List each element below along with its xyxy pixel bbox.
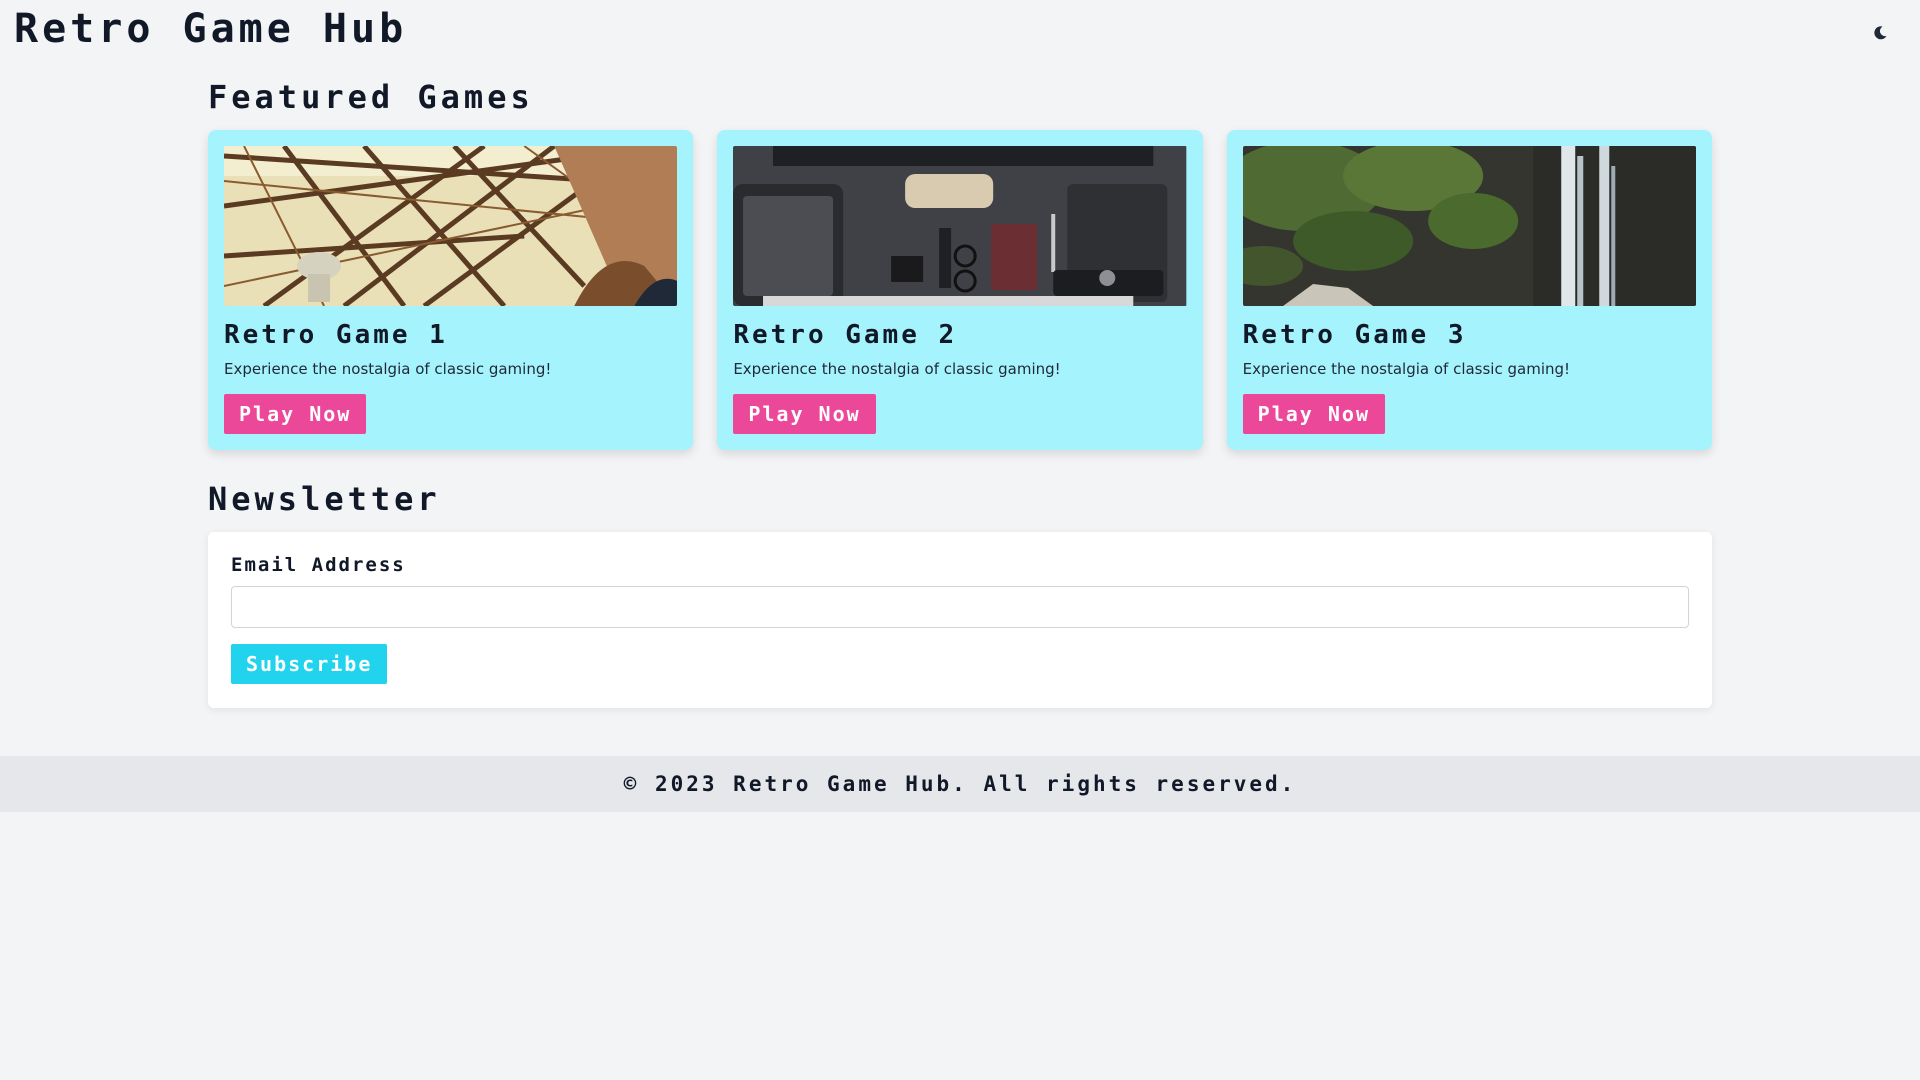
game-title: Retro Game 2 [733,320,958,350]
newsletter-form: Email Address Subscribe [208,532,1712,708]
game-description: Experience the nostalgia of classic gami… [1242,360,1571,378]
game-image-desk [733,146,1187,306]
game-card: Retro Game 3 Experience the nostalgia of… [1226,130,1712,450]
play-now-button[interactable]: Play Now [1242,394,1385,434]
game-description: Experience the nostalgia of classic gami… [224,360,552,378]
featured-games-title: Featured Games [208,78,534,116]
game-description: Experience the nostalgia of classic gami… [733,360,1061,378]
site-title: Retro Game Hub [14,6,408,52]
play-now-button[interactable]: Play Now [733,394,876,434]
site-header: Retro Game Hub [0,0,1920,60]
games-grid: Retro Game 1 Experience the nostalgia of… [208,130,1712,450]
footer-copyright: © 2023 Retro Game Hub. All rights reserv… [623,772,1297,796]
moon-icon [1872,25,1888,44]
game-title: Retro Game 1 [224,320,448,350]
email-label: Email Address [231,554,406,576]
game-card: Retro Game 1 Experience the nostalgia of… [208,130,694,450]
game-image-eiffel [224,146,678,306]
game-title: Retro Game 3 [1242,320,1467,350]
game-card: Retro Game 2 Experience the nostalgia of… [717,130,1203,450]
site-footer: © 2023 Retro Game Hub. All rights reserv… [0,756,1920,812]
subscribe-button[interactable]: Subscribe [231,644,388,684]
theme-toggle-button[interactable] [1868,22,1892,46]
newsletter-title: Newsletter [208,480,441,518]
game-image-waterfall [1242,146,1696,306]
play-now-button[interactable]: Play Now [224,394,367,434]
main-content: Featured Games Retro Game 1 Experience t… [208,78,1712,708]
email-input[interactable] [231,586,1689,628]
